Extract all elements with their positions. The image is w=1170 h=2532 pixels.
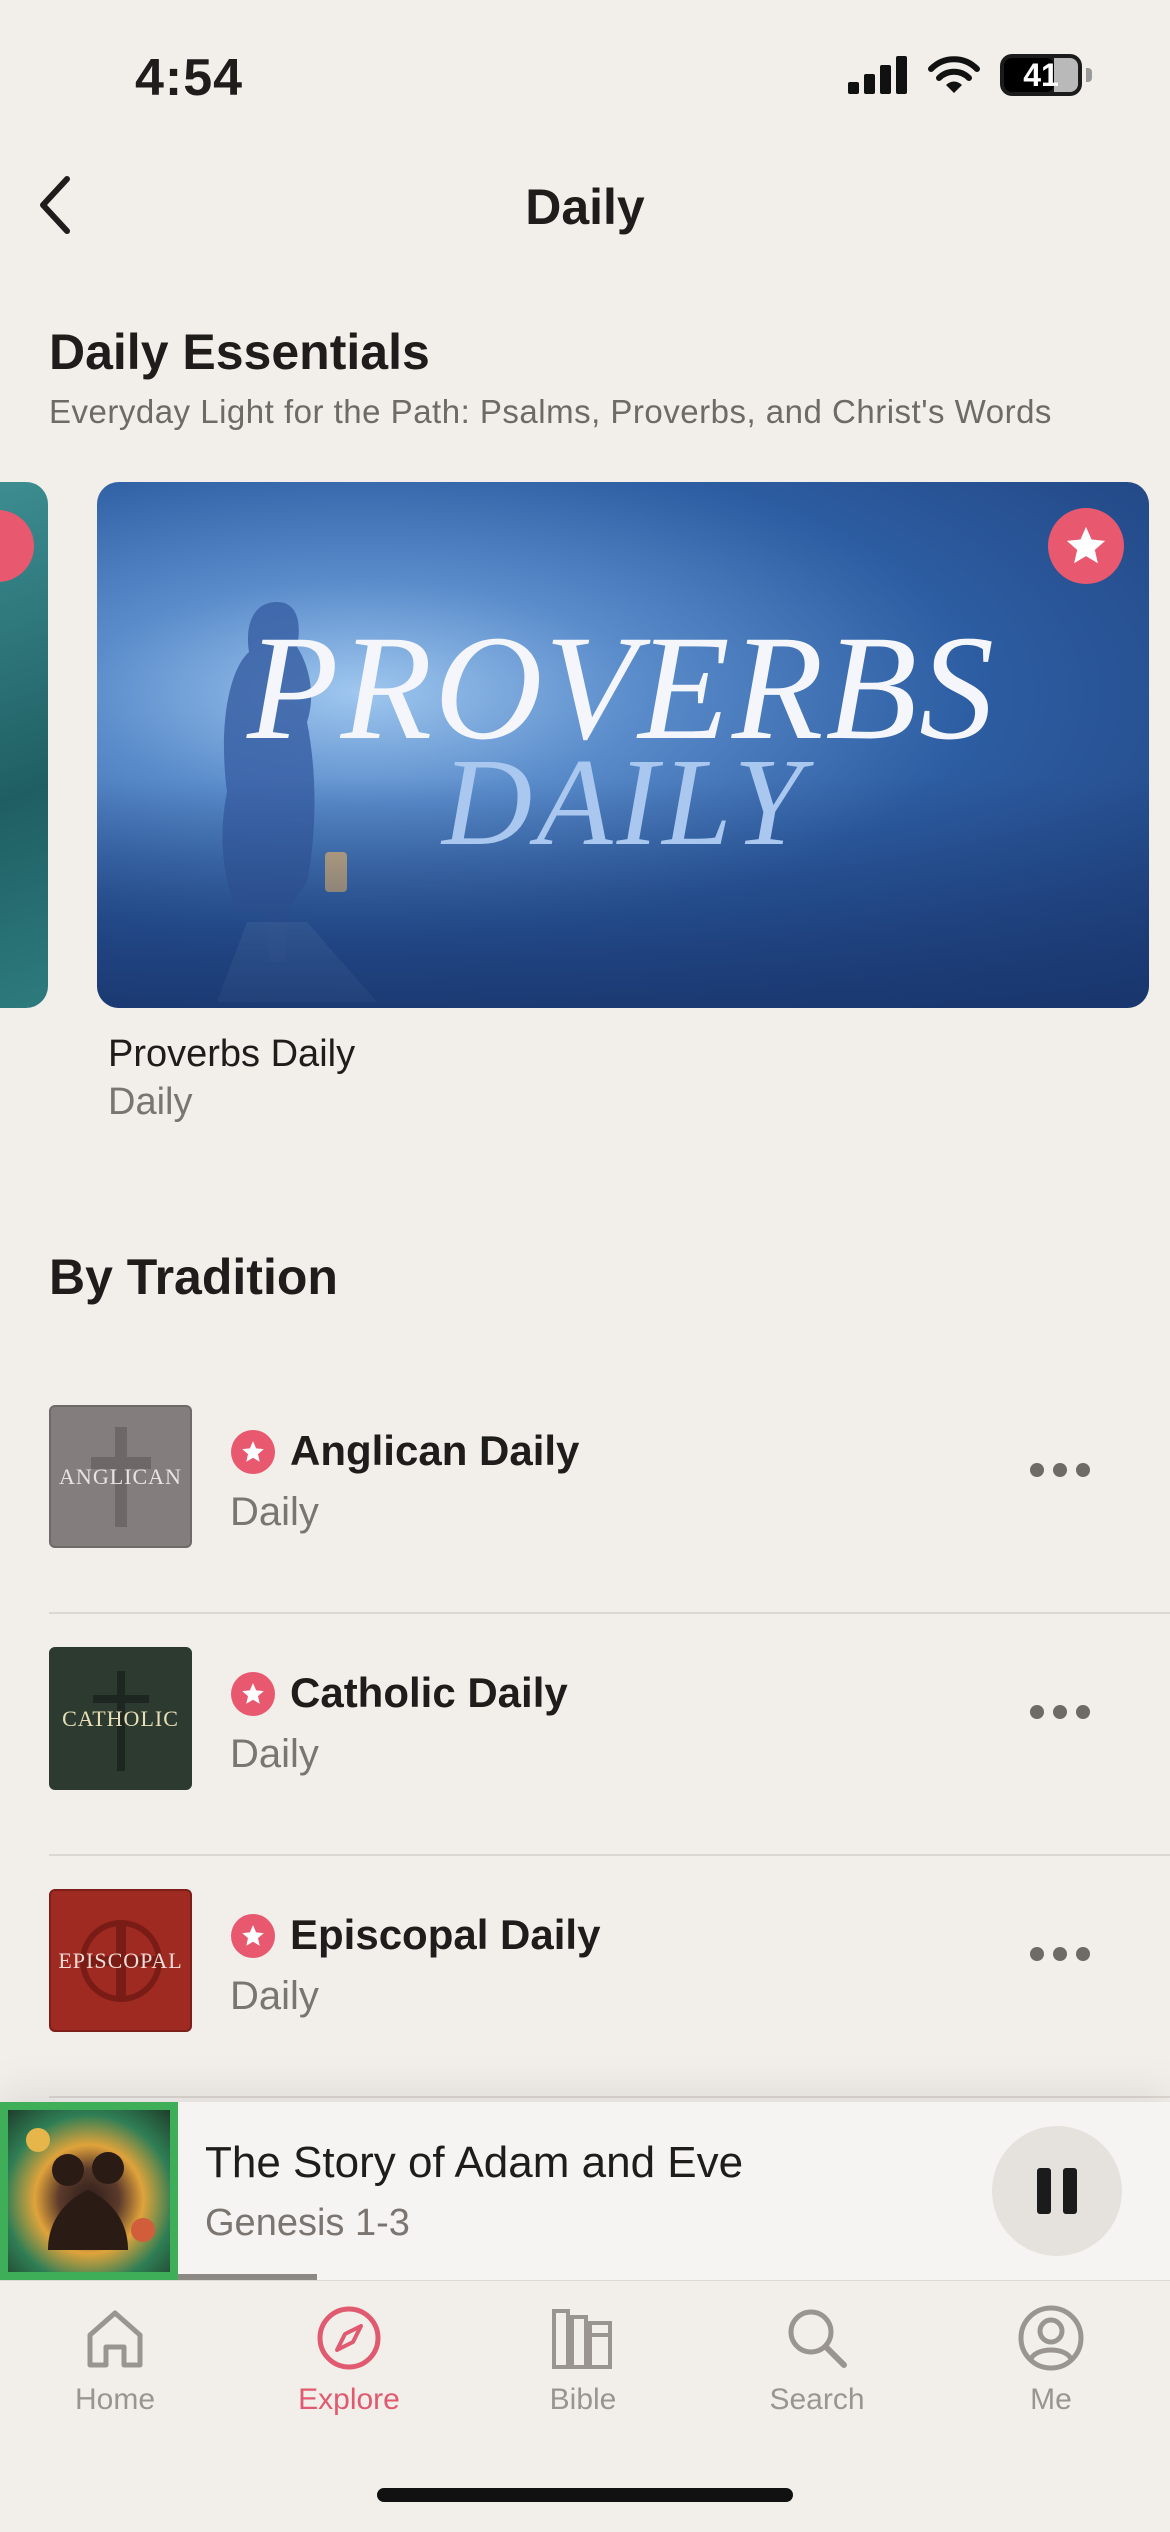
tab-home[interactable]: Home [25, 2303, 205, 2417]
now-playing-artwork [0, 2102, 178, 2280]
mini-player[interactable]: The Story of Adam and Eve Genesis 1-3 [0, 2102, 1170, 2280]
tab-label: Me [1030, 2383, 1072, 2416]
list-item-subtitle: Daily [230, 1490, 319, 1534]
divider [49, 2096, 1170, 2098]
more-options-button[interactable] [1025, 1440, 1095, 1500]
feature-art-subtitle: DAILY [442, 734, 807, 872]
feature-card-category: Daily [108, 1081, 193, 1123]
page-title: Daily [525, 179, 645, 235]
list-item-title: Catholic Daily [290, 1669, 568, 1716]
wifi-icon [928, 56, 980, 93]
more-options-button[interactable] [1025, 1924, 1095, 1984]
catholic-thumbnail: CATHOLIC [49, 1647, 192, 1790]
cellular-signal-icon [848, 56, 907, 94]
status-time: 4:54 [135, 49, 244, 107]
section-title-daily-essentials: Daily Essentials [49, 324, 430, 380]
search-icon [788, 2309, 847, 2368]
star-badge-icon [231, 1914, 275, 1958]
thumb-text: EPISCOPAL [58, 1947, 183, 1973]
list-item-title: Anglican Daily [290, 1427, 580, 1474]
battery-level: 41 [1023, 56, 1059, 93]
anglican-thumbnail: ANGLICAN [49, 1405, 192, 1548]
star-badge-icon [231, 1672, 275, 1716]
tab-me[interactable]: Me [961, 2303, 1141, 2417]
home-icon [87, 2310, 143, 2368]
battery-nub [1086, 68, 1092, 82]
compass-icon [317, 2306, 381, 2370]
bible-books-icon [552, 2309, 612, 2369]
pause-button[interactable] [992, 2126, 1122, 2256]
list-item-title: Episcopal Daily [290, 1911, 601, 1958]
star-badge-icon [0, 510, 34, 582]
now-playing-title: The Story of Adam and Eve [205, 2138, 744, 2187]
tab-search[interactable]: Search [727, 2303, 907, 2417]
thumb-text: CATHOLIC [62, 1705, 179, 1731]
now-playing-subtitle: Genesis 1-3 [205, 2202, 410, 2244]
list-item-episcopal-daily[interactable]: EPISCOPAL Episcopal Daily Daily [49, 1856, 1170, 2098]
pause-icon [1037, 2168, 1051, 2214]
tab-label: Bible [549, 2383, 617, 2416]
list-item-anglican-daily[interactable]: ANGLICAN Anglican Daily Daily [49, 1372, 1170, 1614]
status-icons: 41 [848, 54, 1092, 96]
profile-icon [1018, 2305, 1084, 2371]
list-item-subtitle: Daily [230, 1974, 319, 2018]
tab-explore[interactable]: Explore [259, 2303, 439, 2417]
carousel-card-proverbs-daily[interactable]: PROVERBS DAILY [97, 482, 1149, 1008]
tab-label: Explore [298, 2383, 400, 2416]
list-item-subtitle: Daily [230, 1732, 319, 1776]
home-indicator [377, 2488, 793, 2502]
star-badge-icon [231, 1430, 275, 1474]
section-title-by-tradition: By Tradition [49, 1249, 338, 1305]
list-item-catholic-daily[interactable]: CATHOLIC Catholic Daily Daily [49, 1614, 1170, 1856]
more-options-button[interactable] [1025, 1682, 1095, 1742]
tab-bible[interactable]: Bible [493, 2303, 673, 2417]
battery-icon: 41 [1000, 54, 1082, 96]
tab-label: Home [74, 2383, 156, 2416]
feature-card-title: Proverbs Daily [108, 1033, 356, 1075]
status-bar: 4:54 41 [0, 0, 1170, 150]
thumb-text: ANGLICAN [59, 1463, 182, 1489]
tab-label: Search [769, 2383, 865, 2416]
carousel-card-previous[interactable] [0, 482, 48, 1008]
star-badge-icon [1048, 508, 1124, 584]
episcopal-thumbnail: EPISCOPAL [49, 1889, 192, 2032]
section-subtitle-daily-essentials: Everyday Light for the Path: Psalms, Pro… [49, 393, 1052, 430]
